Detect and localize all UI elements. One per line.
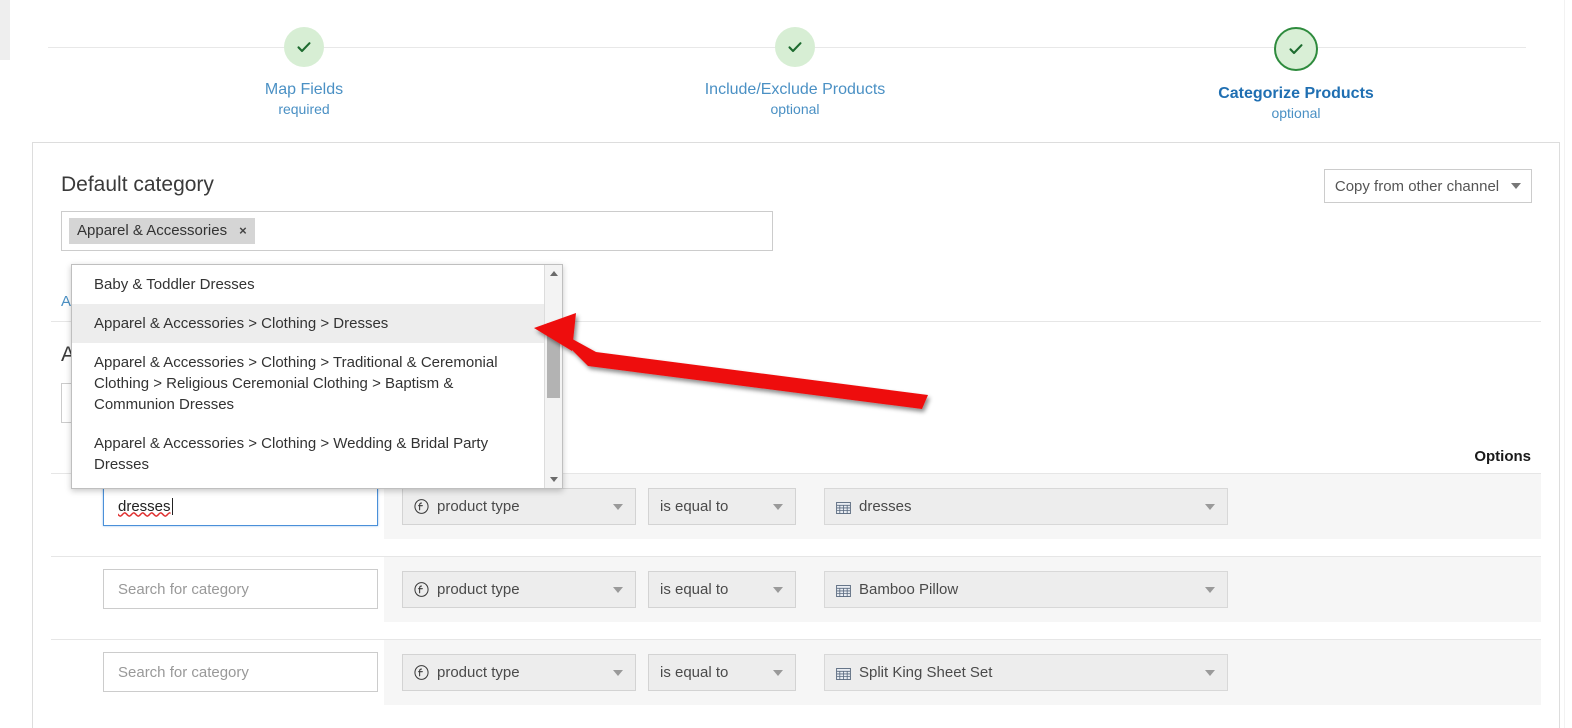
text-cursor — [172, 498, 173, 515]
field-select[interactable]: product type — [402, 488, 636, 525]
field-select-label: product type — [437, 498, 520, 515]
value-select-label: Bamboo Pillow — [859, 581, 958, 598]
chevron-down-icon — [601, 670, 635, 676]
chevron-down-icon — [761, 670, 795, 676]
value-select-label: Split King Sheet Set — [859, 664, 992, 681]
scrollbar[interactable] — [544, 265, 562, 488]
step-status-circle — [1274, 27, 1318, 71]
chevron-down-icon — [1193, 504, 1227, 510]
check-icon — [1286, 39, 1306, 59]
function-icon — [414, 499, 429, 514]
chevron-down-icon — [1511, 183, 1521, 189]
operator-select[interactable]: is equal to — [648, 571, 796, 608]
function-icon — [414, 665, 429, 680]
step-title: Map Fields — [204, 81, 404, 99]
table-icon — [836, 584, 851, 596]
field-select-label: product type — [437, 581, 520, 598]
function-icon — [414, 582, 429, 597]
scrollbar-thumb[interactable] — [547, 323, 560, 398]
triangle-up-icon[interactable] — [545, 265, 562, 282]
step-include-exclude-products[interactable]: Include/Exclude Products optional — [695, 27, 895, 117]
step-status-circle — [775, 27, 815, 67]
chevron-down-icon — [1193, 670, 1227, 676]
search-category-value: dresses — [118, 498, 171, 515]
step-categorize-products[interactable]: Categorize Products optional — [1196, 27, 1396, 121]
right-edge-strip — [1564, 0, 1572, 728]
chevron-down-icon — [1193, 587, 1227, 593]
step-status-circle — [284, 27, 324, 67]
operator-select[interactable]: is equal to — [648, 654, 796, 691]
default-category-input[interactable]: Apparel & Accessories × — [61, 211, 773, 251]
left-gutter-lower — [0, 60, 10, 728]
step-title: Categorize Products — [1196, 85, 1396, 103]
step-subtitle: required — [204, 101, 404, 117]
step-subtitle: optional — [1196, 105, 1396, 121]
value-select[interactable]: Bamboo Pillow — [824, 571, 1228, 608]
app-root: Map Fields required Include/Exclude Prod… — [0, 0, 1572, 728]
category-token[interactable]: Apparel & Accessories × — [69, 218, 255, 244]
chevron-down-icon — [761, 587, 795, 593]
operator-select[interactable]: is equal to — [648, 488, 796, 525]
chevron-down-icon — [601, 504, 635, 510]
category-token-label: Apparel & Accessories — [77, 222, 227, 239]
triangle-down-icon[interactable] — [545, 471, 562, 488]
value-select[interactable]: Split King Sheet Set — [824, 654, 1228, 691]
operator-select-label: is equal to — [660, 498, 728, 515]
search-category-input[interactable]: dresses — [103, 486, 378, 526]
category-autocomplete-dropdown[interactable]: Baby & Toddler Dresses Apparel & Accesso… — [71, 264, 563, 489]
operator-select-label: is equal to — [660, 581, 728, 598]
check-icon — [294, 37, 314, 57]
value-select-label: dresses — [859, 498, 912, 515]
wizard-stepper: Map Fields required Include/Exclude Prod… — [10, 0, 1564, 132]
table-icon — [836, 501, 851, 513]
list-item[interactable]: Apparel & Accessories > Clothing > Dress… — [72, 304, 544, 343]
list-item[interactable]: Apparel & Accessories > Clothing > Weddi… — [72, 424, 544, 484]
field-select[interactable]: product type — [402, 654, 636, 691]
operator-select-label: is equal to — [660, 664, 728, 681]
list-item[interactable]: Apparel & Accessories > Clothing > Tradi… — [72, 343, 544, 424]
search-category-input[interactable]: Search for category — [103, 569, 378, 609]
close-icon[interactable]: × — [239, 223, 247, 238]
value-select[interactable]: dresses — [824, 488, 1228, 525]
step-subtitle: optional — [695, 101, 895, 117]
copy-from-other-channel-button[interactable]: Copy from other channel — [1324, 169, 1532, 203]
table-row: Search for category product type is equa… — [51, 639, 1541, 705]
list-item[interactable]: Baby & Toddler Dresses — [72, 265, 544, 304]
left-gutter — [0, 0, 10, 60]
chevron-down-icon — [761, 504, 795, 510]
check-icon — [785, 37, 805, 57]
search-category-input[interactable]: Search for category — [103, 652, 378, 692]
table-row: Search for category product type is equa… — [51, 556, 1541, 622]
autocomplete-list: Baby & Toddler Dresses Apparel & Accesso… — [72, 265, 544, 488]
field-select-label: product type — [437, 664, 520, 681]
step-map-fields[interactable]: Map Fields required — [204, 27, 404, 117]
field-select[interactable]: product type — [402, 571, 636, 608]
chevron-down-icon — [601, 587, 635, 593]
copy-button-label: Copy from other channel — [1335, 178, 1499, 195]
step-title: Include/Exclude Products — [695, 81, 895, 99]
table-icon — [836, 667, 851, 679]
options-column-header: Options — [1474, 448, 1531, 465]
page-title: Default category — [61, 173, 214, 197]
